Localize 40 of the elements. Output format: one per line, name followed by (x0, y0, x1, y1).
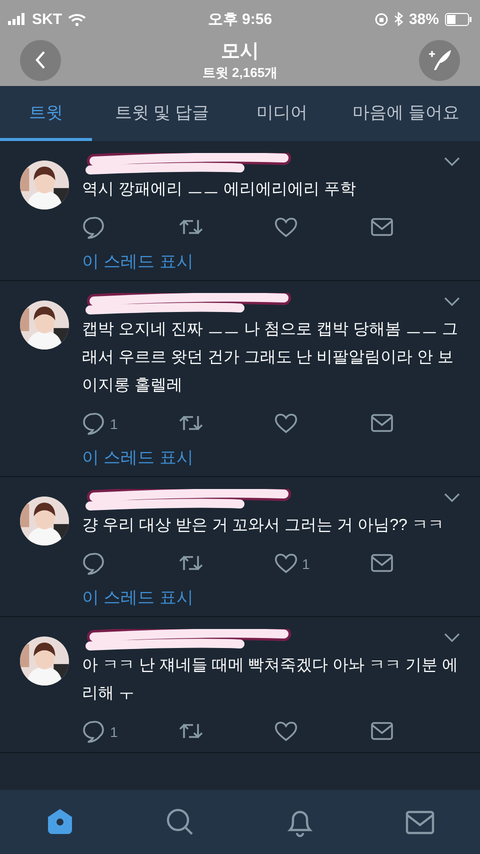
bluetooth-icon (394, 12, 403, 26)
heart-icon (274, 552, 300, 576)
show-thread-link[interactable]: 이 스레드 표시 (82, 578, 194, 616)
rotation-lock-icon (374, 12, 388, 26)
tweet-count: 트윗 2,165개 (202, 64, 278, 82)
heart-icon (274, 216, 300, 240)
signal-icon (8, 13, 26, 25)
battery-percent: 38% (408, 10, 439, 28)
like-count: 1 (302, 556, 310, 572)
chevron-down-icon[interactable] (444, 493, 460, 503)
wifi-icon (68, 12, 86, 26)
reply-count: 1 (110, 724, 118, 740)
like-button[interactable] (274, 216, 300, 240)
like-button[interactable] (274, 720, 300, 744)
like-button[interactable] (274, 552, 300, 576)
back-icon (34, 50, 48, 70)
profile-tab[interactable]: 마음에 들어요 (332, 86, 480, 141)
chevron-down-icon[interactable] (444, 633, 460, 643)
profile-name: 모시 (221, 40, 259, 64)
back-button[interactable] (20, 40, 61, 80)
show-thread-link[interactable]: 이 스레드 표시 (82, 438, 194, 476)
compose-button[interactable] (419, 40, 460, 80)
tweet-text: 역시 깡패에리 ㅡㅡ 에리에리에리 푸학 (82, 180, 357, 200)
tweet-text: 걍 우리 대상 받은 거 꼬와서 그러는 거 아님?? ㅋㅋ (82, 516, 445, 536)
profile-tab[interactable]: 트윗 (0, 86, 92, 141)
carrier-name: SKT (32, 10, 62, 28)
feather-plus-icon (426, 48, 452, 72)
profile-tab[interactable]: 미디어 (232, 86, 332, 141)
reply-count: 1 (110, 416, 118, 432)
clock-time: 오후 9:56 (208, 10, 272, 28)
chevron-down-icon[interactable] (444, 297, 460, 307)
show-thread-link[interactable]: 이 스레드 표시 (82, 242, 194, 280)
tweet-text: 아 ㅋㅋ 난 쟤네들 때메 빡쳐죽겠다 아놔 ㅋㅋ 기분 에리해 ㅜ (82, 656, 460, 704)
heart-icon (274, 412, 300, 436)
chevron-down-icon[interactable] (444, 157, 460, 167)
profile-tab[interactable]: 트윗 및 답글 (92, 86, 232, 141)
like-button[interactable] (274, 412, 300, 436)
heart-icon (274, 720, 300, 744)
battery-icon (444, 12, 472, 26)
tweet-text: 캡박 오지네 진짜 ㅡㅡ 나 첨으로 캡박 당해봄 ㅡㅡ 그래서 우르르 왓던 건가 그래도 난 비팔알림이라 안 보이지롱 홀렐레 (82, 320, 460, 396)
